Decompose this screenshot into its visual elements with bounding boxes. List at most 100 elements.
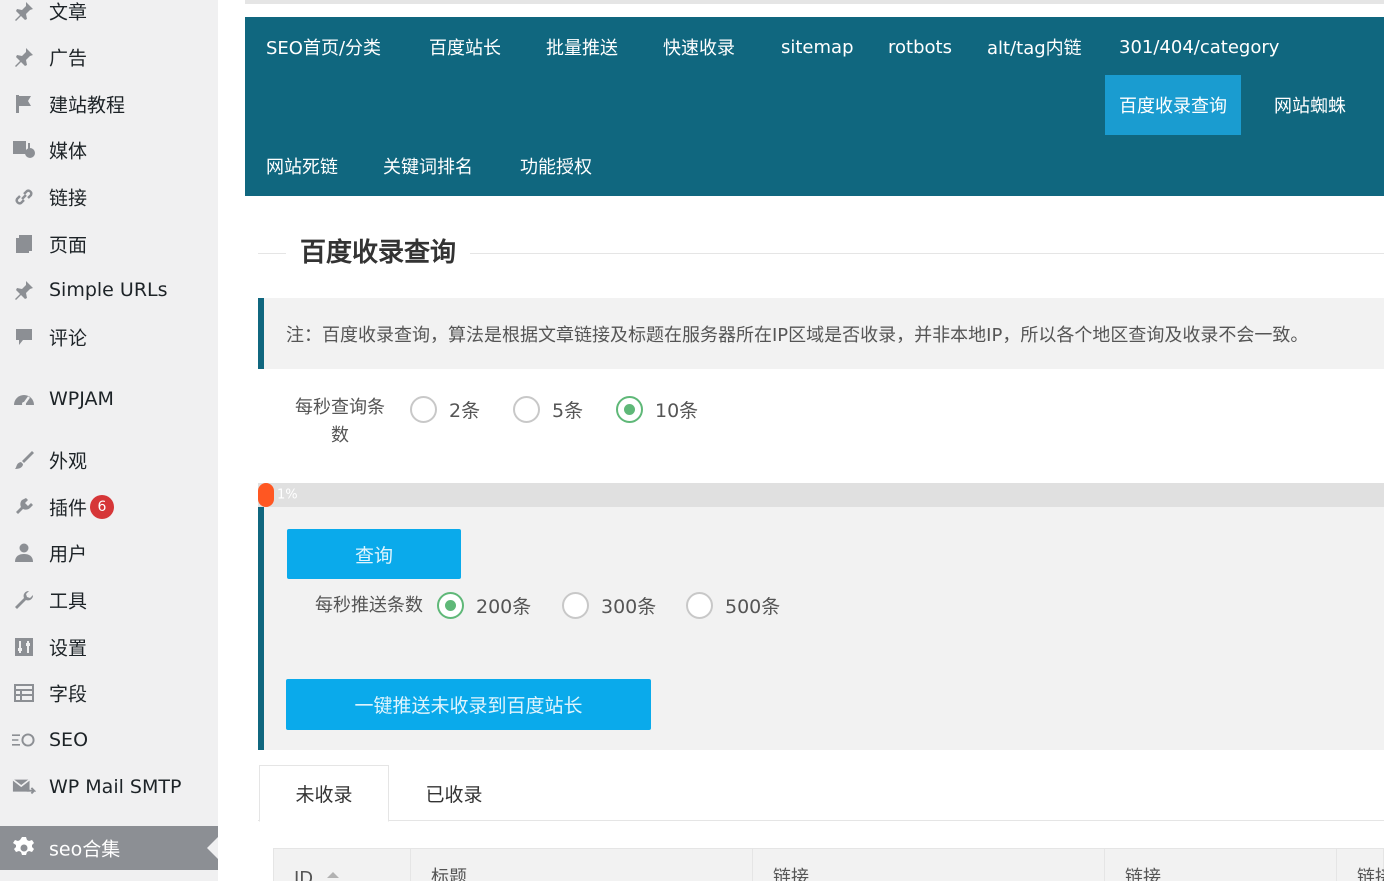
link-icon [12,185,36,209]
nav-tab-spider[interactable]: 网站蜘蛛 [1260,75,1360,135]
sidebar-item-seo[interactable]: SEO [0,718,218,762]
nav-tab-sitemap[interactable]: sitemap [767,17,868,77]
sidebar-item-label: 建站教程 [49,94,126,117]
sidebar-item-label: 广告 [49,47,88,70]
sidebar-item-wp-mail-smtp[interactable]: WP Mail SMTP [0,765,218,809]
tab-indexed[interactable]: 已收录 [389,765,519,821]
sidebar-item-fields[interactable]: 字段 [0,671,218,715]
column-header-link: 链接 [753,849,1105,881]
sidebar-item-label: 插件 [49,497,88,520]
sidebar-item-label: 评论 [49,327,88,350]
push-rate-option-200[interactable]: 200条 [437,592,531,619]
pin-icon [12,0,36,23]
nav-tab-redirects[interactable]: 301/404/category [1105,17,1293,77]
flag-icon [12,92,36,116]
query-rate-option-10[interactable]: 10条 [616,396,698,423]
push-rate-label: 每秒推送条数 [315,595,423,616]
radio-icon [562,592,589,619]
radio-option-label: 500条 [725,596,781,618]
update-count-badge: 6 [90,495,114,519]
query-rate-label: 每秒查询条数 [295,397,385,446]
nav-tab-fast-index[interactable]: 快速收录 [649,17,749,77]
nav-tab-baidu-index-query[interactable]: 百度收录查询 [1105,75,1241,135]
sidebar-item-label: 文章 [49,1,88,24]
nav-tab-keyword-rank[interactable]: 关键词排名 [369,136,487,196]
settings-icon [12,635,36,659]
push-rate-option-300[interactable]: 300条 [562,592,656,619]
sidebar-item-label: 设置 [49,637,88,660]
sidebar-item-label: 链接 [49,187,88,210]
nav-tab-license[interactable]: 功能授权 [506,136,606,196]
sidebar-item-comments[interactable]: 评论 [0,315,218,359]
brush-icon [12,448,36,472]
sidebar-item-tutorial[interactable]: 建站教程 [0,82,218,126]
gear-icon [12,836,36,860]
nav-tab-seo-home[interactable]: SEO首页/分类 [252,17,395,77]
sidebar-item-label: Simple URLs [49,279,168,301]
sidebar-item-label: WPJAM [49,388,114,410]
nav-tab-dead-links[interactable]: 网站死链 [252,136,352,196]
table-icon [12,681,36,705]
top-divider [245,0,1384,4]
radio-option-label: 200条 [476,596,532,618]
push-unindexed-button[interactable]: 一键推送未收录到百度站长 [286,679,651,730]
query-rate-option-2[interactable]: 2条 [410,396,480,423]
column-header-link: 链接 [1337,849,1384,881]
sidebar-item-ads[interactable]: 广告 [0,35,218,79]
push-rate-option-500[interactable]: 500条 [686,592,780,619]
radio-icon [686,592,713,619]
sidebar-item-media[interactable]: 媒体 [0,128,218,172]
sidebar-item-appearance[interactable]: 外观 [0,438,218,482]
sidebar-item-simple-urls[interactable]: Simple URLs [0,268,218,312]
results-table-header: ID 标题 链接 链接 链接 [273,848,1384,881]
action-panel: 查询 每秒推送条数 200条 300条 500条 一键推送未收录到百度站长 [258,507,1384,750]
sidebar-item-pages[interactable]: 页面 [0,222,218,266]
plugin-icon [12,495,36,519]
query-button[interactable]: 查询 [287,529,461,579]
query-rate-option-5[interactable]: 5条 [513,396,583,423]
page-title: 百度收录查询 [286,230,471,276]
sidebar-item-label: 工具 [49,590,88,613]
column-header-id[interactable]: ID [274,849,411,881]
progress-text: 1% [277,487,298,503]
sidebar-item-label: 用户 [49,543,88,566]
sidebar-item-seo-collection[interactable]: seo合集 [0,826,218,870]
notice-box: 注：百度收录查询，算法是根据文章链接及标题在服务器所在IP区域是否收录，并非本地… [258,298,1384,369]
sidebar-item-links[interactable]: 链接 [0,175,218,219]
radio-option-label: 10条 [655,400,699,422]
sidebar-item-plugins[interactable]: 插件 6 [0,485,218,529]
radio-icon [410,396,437,423]
radio-option-label: 300条 [601,596,657,618]
radio-checked-icon [437,592,464,619]
sidebar-item-label: SEO [49,729,89,751]
nav-tab-alt-tag[interactable]: alt/tag内链 [973,17,1096,77]
sidebar-item-wpjam[interactable]: WPJAM [0,377,218,421]
radio-icon [513,396,540,423]
sort-icon[interactable] [327,869,340,881]
sidebar-item-label: 外观 [49,450,88,473]
admin-sidebar: 文章 广告 建站教程 媒体 链接 页面 Simple URLs 评论 WPJAM… [0,0,218,881]
sidebar-item-label: seo合集 [49,838,121,861]
gauge-icon [12,387,36,411]
tab-unindexed[interactable]: 未收录 [259,765,389,822]
mail-icon [12,775,36,799]
sidebar-item-settings[interactable]: 设置 [0,625,218,669]
column-header-link: 链接 [1105,849,1337,881]
sidebar-item-users[interactable]: 用户 [0,531,218,575]
comment-icon [12,325,36,349]
sidebar-item-tools[interactable]: 工具 [0,578,218,622]
radio-option-label: 5条 [552,400,584,422]
page-icon [12,232,36,256]
media-icon [12,138,36,162]
radio-option-label: 2条 [449,400,481,422]
sidebar-item-label: 页面 [49,234,88,257]
nav-tab-batch-push[interactable]: 批量推送 [532,17,632,77]
pin-icon [12,45,36,69]
seo-icon [12,728,36,752]
sidebar-item-posts[interactable]: 文章 [0,0,218,33]
nav-tab-robots[interactable]: rotbots [874,17,966,77]
column-header-title: 标题 [411,849,753,881]
sidebar-item-label: 媒体 [49,140,88,163]
nav-tab-baidu-webmaster[interactable]: 百度站长 [415,17,515,77]
section-header: 百度收录查询 [258,230,1384,276]
